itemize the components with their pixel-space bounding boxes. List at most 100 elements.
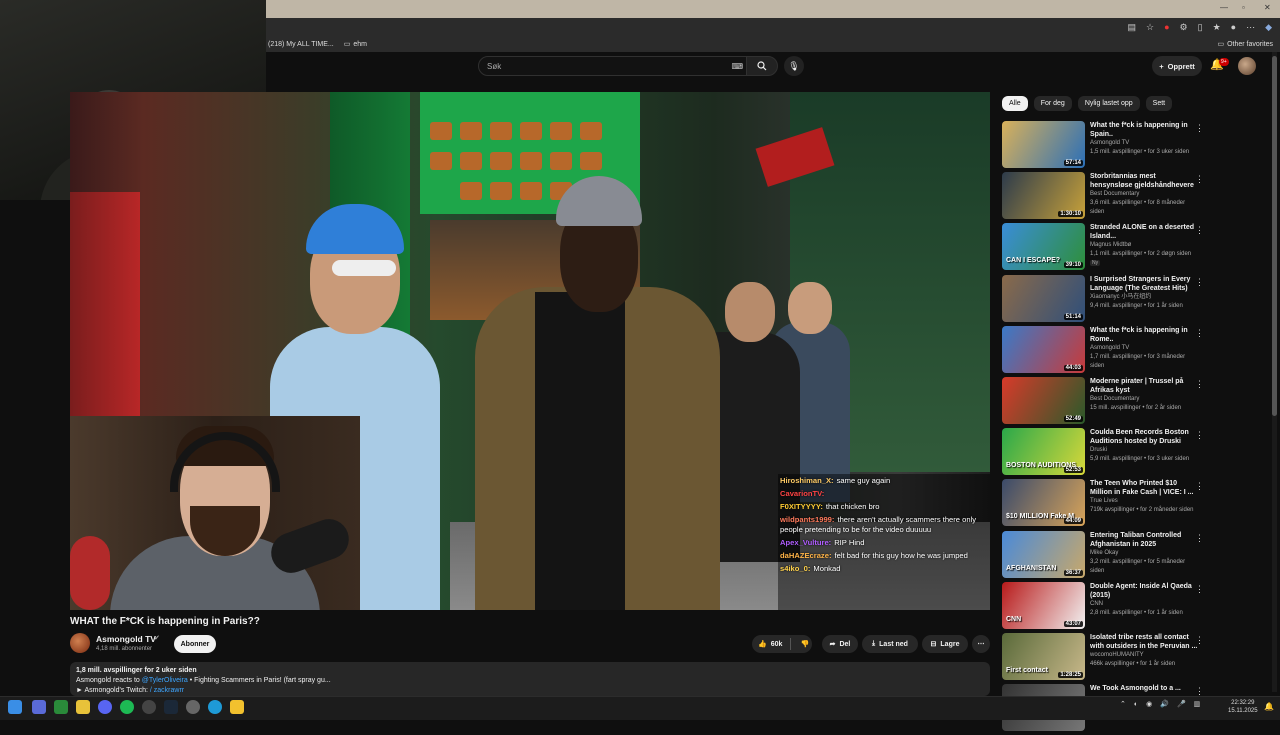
profile-icon[interactable]: ● [1231, 22, 1236, 32]
channel-name[interactable]: Druski [1090, 446, 1200, 455]
reader-icon[interactable]: ▤ [1128, 22, 1137, 33]
twitch-link[interactable]: / zackrawrr [150, 687, 184, 694]
channel-name[interactable]: Asmongold TV [1090, 344, 1200, 353]
video-thumbnail[interactable]: 51:14 [1002, 274, 1085, 322]
video-thumbnail[interactable]: 57:14 [1002, 121, 1085, 168]
notification-center-icon[interactable]: 🔔 [1264, 702, 1274, 711]
video-thumbnail[interactable]: CNN 43:07 [1002, 581, 1085, 629]
share-button[interactable]: ➦ Del [822, 635, 858, 653]
recommended-video[interactable]: 44:03 What the f*ck is happening in Rome.… [1002, 325, 1264, 377]
channel-name[interactable]: CNN [1090, 600, 1200, 609]
video-title[interactable]: I Surprised Strangers in Every Language … [1090, 275, 1200, 293]
microphone-icon[interactable]: 🎤 [1177, 700, 1186, 708]
video-description[interactable]: 1,8 mill. avspillinger for 2 uker siden … [70, 662, 990, 696]
nvidia-icon[interactable] [54, 700, 68, 714]
video-thumbnail[interactable]: BOSTON AUDITIONS 52:53 [1002, 428, 1085, 476]
recommended-video[interactable]: 51:14 I Surprised Strangers in Every Lang… [1002, 274, 1264, 326]
more-options-icon[interactable]: ⋮ [1195, 225, 1204, 236]
channel-name[interactable]: Best Documentary [1090, 395, 1200, 404]
more-options-icon[interactable]: ⋮ [1195, 430, 1204, 441]
more-options-icon[interactable]: ⋮ [1195, 533, 1204, 544]
download-button[interactable]: ⤓ Last ned [862, 635, 918, 653]
video-title[interactable]: The Teen Who Printed $10 Million in Fake… [1090, 479, 1200, 497]
recommended-video[interactable]: First contact 1:28:25 Isolated tribe rests… [1002, 632, 1264, 684]
app-icon[interactable] [142, 700, 156, 714]
video-thumbnail[interactable]: 1:30:10 [1002, 172, 1085, 220]
channel-name[interactable]: Xiaomanyc 小马在纽约 [1090, 293, 1200, 302]
taskbar-clock[interactable]: 22:32:29 15.11.2025 [1228, 699, 1258, 715]
channel-name[interactable]: Magnus Midtbø [1090, 241, 1200, 250]
more-options-icon[interactable]: ⋮ [1195, 481, 1204, 492]
extension-icon[interactable]: ● [1164, 22, 1169, 32]
video-thumbnail[interactable]: 44:03 [1002, 325, 1085, 373]
other-favorites-folder[interactable]: ▭ Other favorites [1217, 40, 1273, 49]
account-avatar[interactable] [1238, 57, 1256, 75]
minimize-button[interactable]: — [1220, 3, 1228, 12]
save-button[interactable]: ⊟ Lagre [922, 635, 968, 653]
close-window-button[interactable]: ✕ [1264, 3, 1271, 12]
channel-name[interactable]: True Lives [1090, 497, 1200, 506]
dislike-button[interactable]: 👎 [796, 635, 814, 653]
video-thumbnail[interactable]: 52:49 [1002, 376, 1085, 424]
discord-icon[interactable] [98, 700, 112, 714]
channel-name[interactable]: Asmongold TV [1090, 139, 1200, 148]
video-title[interactable]: Double Agent: Inside Al Qaeda (2015) [1090, 582, 1200, 600]
spotify-icon[interactable] [120, 700, 134, 714]
scrollbar-thumb[interactable] [1272, 56, 1277, 416]
favorites-icon[interactable]: ★ [1213, 22, 1221, 33]
more-actions-button[interactable]: ⋯ [972, 635, 990, 653]
copilot-icon[interactable]: ◆ [1265, 22, 1272, 33]
video-thumbnail[interactable]: CAN I ESCAPE? 39:10 [1002, 223, 1085, 271]
edge-browser-icon[interactable] [208, 700, 222, 714]
video-title[interactable]: Isolated tribe rests all contact with ou… [1090, 633, 1200, 651]
bookmark-item[interactable]: (218) My ALL TIME... [268, 41, 334, 48]
video-title[interactable]: What the f*ck is happening in Spain.. [1090, 121, 1200, 139]
more-options-icon[interactable]: ⋮ [1195, 174, 1204, 185]
tyler-oliveira-link[interactable]: @TylerOliveira [142, 677, 188, 684]
video-title[interactable]: Storbritannias mest hensynsløse gjeldshå… [1090, 172, 1200, 190]
video-thumbnail[interactable]: $10 MILLION Fake M 44:09 [1002, 479, 1085, 527]
recommended-video[interactable]: $10 MILLION Fake M 44:09 The Teen Who Prin… [1002, 479, 1264, 530]
channel-name[interactable]: wocomoHUMANITY [1090, 651, 1200, 660]
file-explorer-icon[interactable] [76, 700, 90, 714]
filter-chip[interactable]: Sett [1145, 96, 1173, 111]
recommended-video[interactable]: 52:49 Moderne pirater | Trussel på Afrika… [1002, 376, 1264, 428]
more-options-icon[interactable]: ⋮ [1195, 123, 1204, 134]
video-title[interactable]: What the f*ck is happening in Rome.. [1090, 326, 1200, 344]
tray-app-icon[interactable]: ◐ [1134, 701, 1138, 708]
subscribe-button[interactable]: Abonner [174, 635, 216, 653]
obs-icon[interactable] [186, 700, 200, 714]
recommended-video[interactable]: 1:30:10 Storbritannias mest hensynsløse g… [1002, 172, 1264, 223]
more-options-icon[interactable]: ⋮ [1195, 277, 1204, 288]
video-title[interactable]: We Took Asmongold to a ... [1090, 684, 1200, 693]
split-screen-icon[interactable]: ▯ [1198, 22, 1203, 33]
steam-icon[interactable] [164, 700, 178, 714]
video-title[interactable]: Stranded ALONE on a deserted Island... [1090, 223, 1200, 241]
more-options-icon[interactable]: ⋮ [1195, 584, 1204, 595]
bookmark-folder-item[interactable]: ▭ ehm [344, 40, 367, 49]
recommended-video[interactable]: AFGHANISTAN 36:37 Entering Taliban Control… [1002, 530, 1264, 582]
video-title[interactable]: Entering Taliban Controlled Afghanistan … [1090, 531, 1200, 549]
video-thumbnail[interactable]: AFGHANISTAN 36:37 [1002, 530, 1085, 578]
tray-app-icon[interactable]: ◉ [1146, 700, 1152, 708]
keyboard-icon[interactable]: ⌨ [731, 62, 743, 71]
recommended-video[interactable]: CAN I ESCAPE? 39:10 Stranded ALONE on a de… [1002, 223, 1264, 274]
video-title[interactable]: Coulda Been Records Boston Auditions hos… [1090, 428, 1200, 446]
video-thumbnail[interactable]: First contact 1:28:25 [1002, 632, 1085, 680]
volume-icon[interactable]: 🔊 [1160, 700, 1169, 708]
more-options-icon[interactable]: ⋮ [1195, 328, 1204, 339]
folder-icon[interactable] [230, 700, 244, 714]
channel-name[interactable]: Asmongold TV [96, 634, 156, 644]
network-icon[interactable]: ▥ [1194, 700, 1201, 708]
browser-menu-icon[interactable]: ⋯ [1246, 22, 1255, 33]
chevron-up-icon[interactable]: ⌃ [1120, 700, 1126, 708]
filter-chip[interactable]: Alle [1002, 96, 1028, 111]
extensions-icon[interactable]: ⚙ [1180, 22, 1188, 33]
video-title[interactable]: Moderne pirater | Trussel på Afrikas kys… [1090, 377, 1200, 395]
create-button[interactable]: + Opprett [1152, 56, 1202, 76]
voice-search-button[interactable]: 🎙 [784, 56, 804, 76]
filter-chip[interactable]: Nylig lastet opp [1077, 96, 1140, 111]
recommended-video[interactable]: BOSTON AUDITIONS 52:53 Coulda Been Records… [1002, 428, 1264, 479]
task-view-icon[interactable] [32, 700, 46, 714]
favorite-star-icon[interactable]: ☆ [1146, 22, 1154, 33]
